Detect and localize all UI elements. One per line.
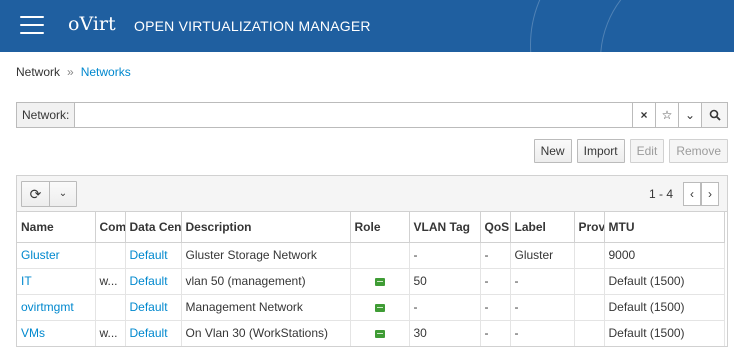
cell-role xyxy=(350,268,410,295)
refresh-icon[interactable]: ⟳ xyxy=(22,182,50,206)
table-row[interactable]: VMs w... Default On Vlan 30 (WorkStation… xyxy=(17,320,725,346)
pagination: 1 - 4 ‹ › xyxy=(649,182,719,206)
network-name-link[interactable]: ovirtmgmt xyxy=(17,294,96,321)
cell-label: - xyxy=(510,268,575,295)
ovirt-logo[interactable]: oVirt xyxy=(68,13,116,35)
network-name-link[interactable]: IT xyxy=(17,268,96,295)
column-header-name[interactable]: Name xyxy=(17,212,96,243)
breadcrumb-current[interactable]: Networks xyxy=(81,65,131,79)
search-button[interactable] xyxy=(701,103,727,127)
vm-network-icon xyxy=(374,303,385,312)
cell-description: Management Network xyxy=(181,294,351,321)
cell-comment: w... xyxy=(95,268,126,295)
cell-role xyxy=(350,320,410,346)
datacenter-link[interactable]: Default xyxy=(125,268,182,295)
column-header-description[interactable]: Description xyxy=(181,212,351,243)
cell-mtu: Default (1500) xyxy=(604,320,725,346)
cell-label: - xyxy=(510,320,575,346)
cell-qos: - xyxy=(480,294,511,321)
column-header-vlan[interactable]: VLAN Tag xyxy=(409,212,481,243)
cell-mtu: Default (1500) xyxy=(604,268,725,295)
refresh-button[interactable]: ⟳ ⌄ xyxy=(21,181,77,207)
masthead: oVirt OPEN VIRTUALIZATION MANAGER xyxy=(0,0,734,52)
search-bar: Network: × ☆ ⌄ xyxy=(16,102,728,128)
page-count: 1 - 4 xyxy=(648,187,673,201)
column-header-qos[interactable]: QoS xyxy=(480,212,511,243)
clear-search-icon[interactable]: × xyxy=(632,103,655,127)
cell-description: vlan 50 (management) xyxy=(181,268,351,295)
network-name-link[interactable]: Gluster xyxy=(17,242,96,269)
action-toolbar: New Import Edit Remove xyxy=(533,139,728,163)
hamburger-menu-icon[interactable] xyxy=(20,16,44,34)
cell-mtu: Default (1500) xyxy=(604,294,725,321)
cell-label: - xyxy=(510,294,575,321)
cell-role xyxy=(350,294,410,321)
column-header-mtu[interactable]: MTU xyxy=(604,212,725,243)
networks-table: Name Comment Data Center Description Rol… xyxy=(17,212,725,346)
import-button[interactable]: Import xyxy=(576,139,625,163)
bookmark-star-icon[interactable]: ☆ xyxy=(655,103,678,127)
column-header-provider[interactable]: Provider xyxy=(574,212,605,243)
cell-provider xyxy=(574,294,605,321)
table-row[interactable]: ovirtmgmt Default Management Network - -… xyxy=(17,294,725,321)
search-dropdown-chevron-icon[interactable]: ⌄ xyxy=(678,103,701,127)
column-header-datacenter[interactable]: Data Center xyxy=(125,212,182,243)
cell-description: On Vlan 30 (WorkStations) xyxy=(181,320,351,346)
cell-comment xyxy=(95,242,126,269)
cell-qos: - xyxy=(480,320,511,346)
column-header-role[interactable]: Role xyxy=(350,212,410,243)
cell-description: Gluster Storage Network xyxy=(181,242,351,269)
cell-qos: - xyxy=(480,268,511,295)
next-page-icon[interactable]: › xyxy=(701,182,719,206)
column-header-label[interactable]: Label xyxy=(510,212,575,243)
cell-provider xyxy=(574,242,605,269)
cell-label: Gluster xyxy=(510,242,575,269)
datacenter-link[interactable]: Default xyxy=(125,320,182,346)
cell-provider xyxy=(574,320,605,346)
app-title: OPEN VIRTUALIZATION MANAGER xyxy=(134,18,371,34)
vm-network-icon xyxy=(374,329,385,338)
cell-vlan: - xyxy=(409,294,481,321)
network-name-link[interactable]: VMs xyxy=(17,320,96,346)
table-row[interactable]: IT w... Default vlan 50 (management) 50 … xyxy=(17,268,725,295)
grid-toolbar: ⟳ ⌄ 1 - 4 ‹ › xyxy=(17,176,727,212)
cell-vlan: 30 xyxy=(409,320,481,346)
cell-comment: w... xyxy=(95,320,126,346)
breadcrumb: Network » Networks xyxy=(16,65,131,79)
networks-grid: ⟳ ⌄ 1 - 4 ‹ › Name Comment Data Center D… xyxy=(16,175,728,347)
breadcrumb-root: Network xyxy=(16,65,61,79)
column-header-comment[interactable]: Comment xyxy=(95,212,126,243)
search-label: Network: xyxy=(17,103,76,127)
refresh-interval-chevron-icon[interactable]: ⌄ xyxy=(50,182,76,206)
search-input[interactable] xyxy=(75,103,632,127)
table-header-row: Name Comment Data Center Description Rol… xyxy=(17,212,725,243)
table-row[interactable]: Gluster Default Gluster Storage Network … xyxy=(17,242,725,269)
search-icon xyxy=(709,109,721,121)
cell-vlan: - xyxy=(409,242,481,269)
cell-mtu: 9000 xyxy=(604,242,725,269)
cell-provider xyxy=(574,268,605,295)
header-decoration xyxy=(600,0,734,52)
cell-role xyxy=(350,242,410,269)
cell-vlan: 50 xyxy=(409,268,481,295)
cell-comment xyxy=(95,294,126,321)
remove-button[interactable]: Remove xyxy=(669,139,728,163)
breadcrumb-separator: » xyxy=(67,65,74,79)
prev-page-icon[interactable]: ‹ xyxy=(683,182,701,206)
vm-network-icon xyxy=(374,277,385,286)
cell-qos: - xyxy=(480,242,511,269)
datacenter-link[interactable]: Default xyxy=(125,242,182,269)
datacenter-link[interactable]: Default xyxy=(125,294,182,321)
edit-button[interactable]: Edit xyxy=(629,139,665,163)
new-button[interactable]: New xyxy=(533,139,572,163)
